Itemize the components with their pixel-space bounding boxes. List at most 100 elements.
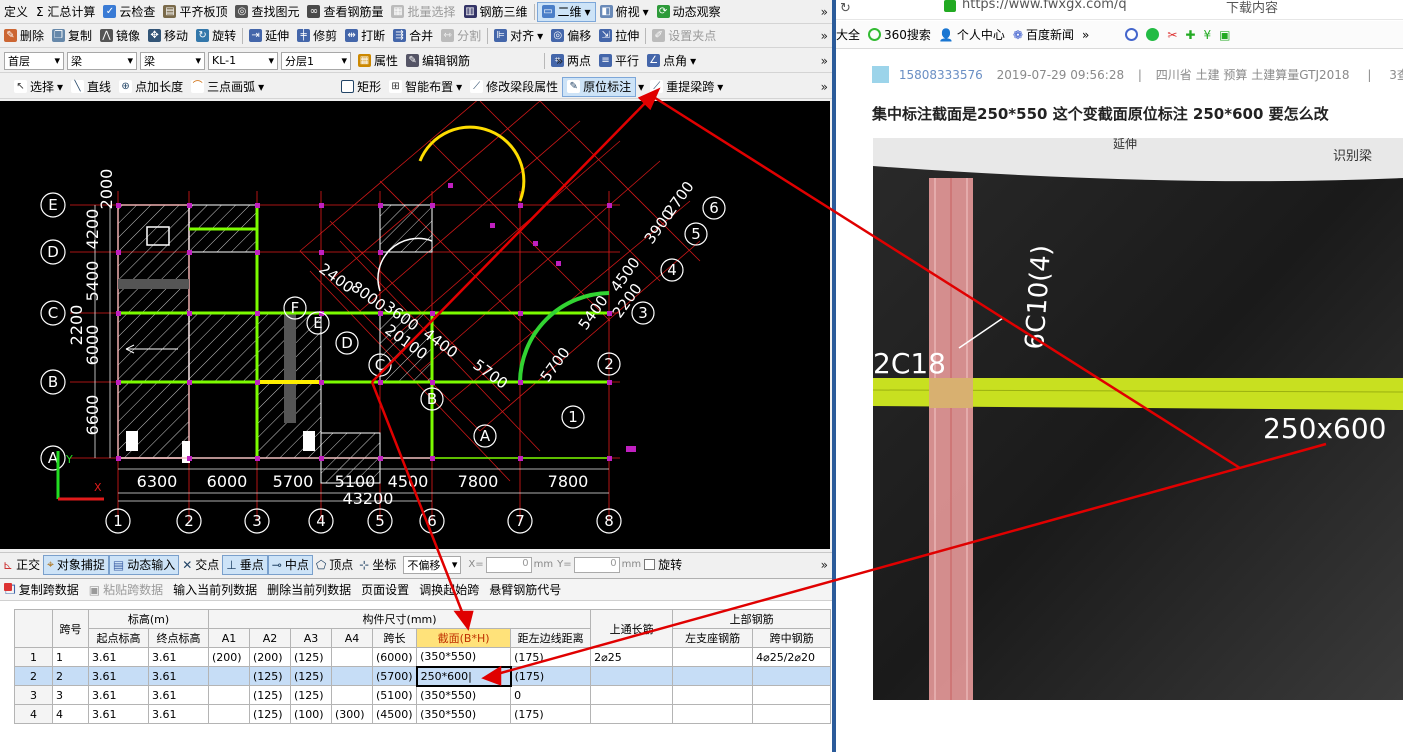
find-element-button[interactable]: ◎ 查找图元 [231, 2, 303, 22]
section-edit-cell[interactable]: 250*600| [415, 665, 512, 687]
pause-icon[interactable] [1146, 28, 1160, 41]
download-text[interactable]: 下载内容 [1226, 0, 1278, 16]
re-extract-span-button[interactable]: ⟋ 重提梁跨 ▾ [646, 77, 727, 97]
summary-calc-button[interactable]: Σ 汇总计算 [32, 2, 99, 22]
cantilever-code-button[interactable]: 悬臂钢筋代号 [484, 581, 566, 598]
layer-select[interactable]: 分层1 ▾ [281, 51, 351, 70]
mid-span-header: 跨中钢筋 [752, 628, 832, 648]
minus-icon[interactable] [1125, 28, 1139, 41]
toolbar-more[interactable]: » [821, 558, 828, 572]
2d-view-select[interactable]: ▭ 二维 ▾ [536, 1, 596, 22]
point-angle-select[interactable]: ∠ 点角 ▾ [643, 51, 700, 71]
in-situ-annotation-button[interactable]: ✎ 原位标注 [562, 76, 637, 97]
section-header[interactable]: 截面(B*H) [416, 628, 512, 648]
edit-rebar-button[interactable]: ✎ 编辑钢筋 [402, 51, 474, 71]
game-icon[interactable]: ▣ [1219, 28, 1230, 42]
move-button[interactable]: ✥ 移动 [144, 26, 192, 46]
url-text[interactable]: https://www.fwxgx.com/q [962, 0, 1127, 12]
annotation-dropdown[interactable]: ▾ [636, 77, 646, 97]
y-input[interactable]: 0 [573, 556, 620, 573]
top-view-select[interactable]: ◧ 俯视 ▾ [596, 2, 653, 22]
offset-select[interactable]: 不偏移 ▾ [403, 555, 462, 574]
shield-icon[interactable]: ✚ [1185, 28, 1195, 42]
copy-button[interactable]: ❐ 复制 [48, 26, 96, 46]
type-select[interactable]: 梁 ▾ [140, 51, 205, 70]
flush-slab-button[interactable]: ▤ 平齐板顶 [159, 2, 231, 22]
fav-item-personal[interactable]: 👤 个人中心 [939, 26, 1005, 43]
address-bar[interactable]: ↻ https://www.fwxgx.com/q 下载内容 [836, 0, 1403, 20]
table-row[interactable]: 1 1 3.61 3.61 (200) (200) (125) (6000) (… [14, 647, 832, 667]
refresh-icon[interactable]: ↻ [840, 1, 851, 16]
offset-button[interactable]: ◎ 偏移 [547, 26, 595, 46]
set-grip-button[interactable]: ✐ 设置夹点 [648, 26, 720, 46]
cloud-check-button[interactable]: ✓ 云检查 [99, 2, 159, 22]
mirror-button[interactable]: ⋀ 镜像 [96, 26, 144, 46]
dynamic-input-toggle[interactable]: ▤ 动态输入 [108, 554, 180, 575]
table-row[interactable]: 4 4 3.61 3.61 (125) (100) (300) (4500) (… [14, 704, 832, 724]
swap-start-span-button[interactable]: 调换起始跨 [414, 581, 484, 598]
modify-span-props-button[interactable]: ⟋ 修改梁段属性 [466, 77, 562, 97]
category-select[interactable]: 梁 ▾ [67, 51, 137, 70]
parallel-button[interactable]: ≡ 平行 [595, 51, 643, 71]
properties-button[interactable]: ▦ 属性 [354, 51, 402, 71]
extend-button[interactable]: ⇥ 延伸 [245, 26, 293, 46]
question-photo[interactable]: 延伸 识别梁 2C18 6C10(4) 250x600 [873, 138, 1403, 700]
rebar-3d-icon: ▥ [463, 5, 477, 18]
fav-item-news[interactable]: ❁ 百度新闻 [1013, 26, 1074, 43]
post-user[interactable]: 15808333576 [899, 68, 983, 82]
axis-label: F [291, 299, 300, 317]
midpoint-snap[interactable]: ⊸ 中点 [267, 554, 313, 575]
toolbar-more[interactable]: » [821, 5, 828, 19]
toolbar-more[interactable]: » [821, 80, 828, 94]
view-rebar-button[interactable]: ∞ 查看钢筋量 [303, 2, 387, 22]
rotate-button[interactable]: ↻ 旋转 [192, 26, 240, 46]
smart-layout-button[interactable]: ⊞ 智能布置 ▾ [385, 77, 466, 97]
dynamic-observe-button[interactable]: ⟳ 动态观察 [653, 2, 725, 22]
input-column-data-button[interactable]: 输入当前列数据 [168, 581, 262, 598]
delete-column-data-button[interactable]: 删除当前列数据 [262, 581, 356, 598]
break-button[interactable]: ⇹ 打断 [341, 26, 389, 46]
paste-span-data-button[interactable]: ▣ 粘贴跨数据 [84, 581, 168, 598]
align-select[interactable]: ⊫ 对齐 ▾ [490, 26, 547, 46]
table-row[interactable]: 3 3 3.61 3.61 (125) (125) (5100) (350*55… [14, 685, 832, 705]
select-tool[interactable]: ↖ 选择 ▾ [10, 77, 67, 97]
split-button[interactable]: ⇿ 分割 [437, 26, 485, 46]
toolbar-more[interactable]: » [821, 54, 828, 68]
toolbar-more[interactable]: » [821, 29, 828, 43]
object-snap-toggle[interactable]: ⌖ 对象捕捉 [43, 554, 109, 575]
define-button[interactable]: 定义 [0, 2, 32, 22]
avatar[interactable] [872, 66, 889, 83]
copy-span-data-button[interactable]: ❐复制跨数据 [0, 581, 84, 598]
vertex-snap[interactable]: ⬠ 顶点 [313, 555, 356, 575]
x-input[interactable]: 0 [485, 556, 532, 573]
table-row-selected[interactable]: 2 2 3.61 3.61 (125) (125) (5700) 250*600… [14, 665, 832, 687]
toolbar-more[interactable]: » [556, 54, 563, 68]
rectangle-tool[interactable]: 矩形 [337, 77, 385, 97]
page-setup-button[interactable]: 页面设置 [356, 581, 414, 598]
close-panel-icon[interactable] [4, 583, 12, 591]
line-tool[interactable]: ╲ 直线 [67, 77, 115, 97]
coordinate-snap[interactable]: ⊹ 坐标 [356, 555, 399, 575]
perpendicular-snap[interactable]: ⊥ 垂点 [222, 554, 268, 575]
rotate-checkbox[interactable]: 旋转 [641, 555, 685, 575]
scissors-icon[interactable]: ✂ [1167, 28, 1177, 42]
ortho-toggle[interactable]: ⊾ 正交 [0, 555, 43, 575]
point-length-tool[interactable]: ⊕ 点加长度 [115, 77, 187, 97]
top-through-header: 上通长筋 [590, 609, 674, 648]
stretch-button[interactable]: ⇲ 拉伸 [595, 26, 643, 46]
batch-select-button[interactable]: ▦ 批量选择 [387, 2, 459, 22]
merge-button[interactable]: ⇶ 合并 [389, 26, 437, 46]
coin-icon[interactable]: ¥ [1203, 28, 1211, 42]
three-point-arc-tool[interactable]: ⌒ 三点画弧 ▾ [187, 77, 337, 97]
fav-item-360[interactable]: 360搜索 [868, 26, 931, 43]
fav-item[interactable]: 大全 [836, 26, 860, 43]
two-points-button[interactable]: ⌗ 两点 [547, 51, 595, 71]
intersection-snap[interactable]: ✕ 交点 [179, 555, 222, 575]
floor-select[interactable]: 首层 ▾ [4, 51, 64, 70]
cad-canvas[interactable]: 6300 6000 5700 5100 4500 7800 7800 43200… [0, 101, 830, 549]
fav-more[interactable]: » [1082, 28, 1089, 42]
trim-button[interactable]: ╪ 修剪 [293, 26, 341, 46]
element-select[interactable]: KL-1 ▾ [208, 51, 278, 70]
delete-button[interactable]: ✎ 删除 [0, 26, 48, 46]
rebar-3d-button[interactable]: ▥ 钢筋三维 [460, 2, 532, 22]
